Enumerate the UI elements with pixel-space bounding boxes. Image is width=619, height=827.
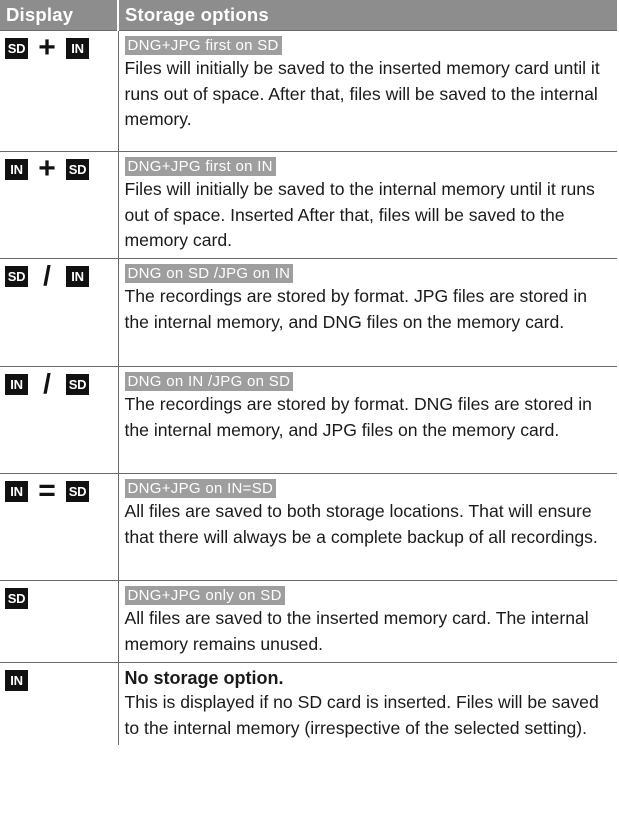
display-cell: IN + SD — [0, 151, 119, 259]
option-name: DNG+JPG first on SD — [124, 36, 282, 55]
icon-group: SD — [5, 586, 118, 610]
option-description: This is displayed if no SD card is inser… — [124, 692, 599, 738]
option-description: All files are saved to both storage loca… — [124, 501, 598, 547]
internal-memory-icon: IN — [5, 480, 28, 502]
icon-group: IN / SD — [5, 368, 118, 399]
sd-card-icon: SD — [5, 37, 28, 59]
internal-memory-icon: IN — [66, 265, 89, 287]
table-row: IN = SD DNG+JPG on IN=SD All files are s… — [0, 473, 617, 581]
table-row: IN / SD DNG on IN /JPG on SD The recordi… — [0, 366, 617, 474]
option-description: The recordings are stored by format. JPG… — [124, 286, 588, 332]
sd-card-icon: SD — [66, 373, 89, 395]
storage-option-cell: DNG+JPG first on IN Files will initially… — [118, 151, 617, 259]
option-name: No storage option. — [124, 668, 284, 688]
icon-group: IN — [5, 668, 118, 692]
table-row: SD DNG+JPG only on SD All files are save… — [0, 580, 617, 663]
table-header-row: Display Storage options — [0, 0, 617, 31]
header-display: Display — [0, 0, 119, 31]
internal-memory-icon: IN — [5, 669, 28, 691]
option-description: All files are saved to the inserted memo… — [124, 608, 589, 654]
storage-option-cell: DNG+JPG only on SD All files are saved t… — [118, 580, 617, 663]
plus-icon: + — [38, 152, 56, 185]
sd-card-icon: SD — [5, 587, 28, 609]
option-description: The recordings are stored by format. DNG… — [124, 394, 592, 440]
plus-icon: + — [38, 31, 56, 64]
sd-card-icon: SD — [5, 265, 28, 287]
storage-option-cell: DNG on SD /JPG on IN The recordings are … — [118, 258, 617, 367]
display-cell: SD — [0, 580, 119, 663]
option-name: DNG on IN /JPG on SD — [124, 372, 294, 391]
table-row: SD / IN DNG on SD /JPG on IN The recordi… — [0, 258, 617, 367]
option-description: Files will initially be saved to the int… — [124, 179, 595, 250]
icon-group: SD / IN — [5, 260, 118, 291]
option-name: DNG+JPG only on SD — [124, 586, 285, 605]
icon-group: SD + IN — [5, 31, 118, 64]
display-cell: SD / IN — [0, 258, 119, 367]
icon-group: IN + SD — [5, 152, 118, 185]
display-cell: IN = SD — [0, 473, 119, 581]
option-name: DNG+JPG first on IN — [124, 157, 276, 176]
storage-option-cell: No storage option. This is displayed if … — [118, 662, 617, 745]
option-name: DNG+JPG on IN=SD — [124, 479, 277, 498]
sd-card-icon: SD — [66, 158, 89, 180]
table-row: IN No storage option. This is displayed … — [0, 662, 617, 745]
equals-icon: = — [38, 474, 56, 507]
slash-icon: / — [43, 260, 51, 291]
table-row: SD + IN DNG+JPG first on SD Files will i… — [0, 30, 617, 152]
display-cell: IN / SD — [0, 366, 119, 474]
display-cell: IN — [0, 662, 119, 745]
option-description: Files will initially be saved to the ins… — [124, 58, 600, 129]
icon-group: IN = SD — [5, 474, 118, 507]
internal-memory-icon: IN — [5, 158, 28, 180]
slash-icon: / — [43, 368, 51, 399]
internal-memory-icon: IN — [5, 373, 28, 395]
display-cell: SD + IN — [0, 30, 119, 152]
internal-memory-icon: IN — [66, 37, 89, 59]
header-storage-options: Storage options — [118, 0, 617, 31]
storage-option-cell: DNG+JPG on IN=SD All files are saved to … — [118, 473, 617, 581]
table-row: IN + SD DNG+JPG first on IN Files will i… — [0, 151, 617, 259]
sd-card-icon: SD — [66, 480, 89, 502]
storage-options-table: Display Storage options SD + IN DNG+JPG … — [0, 0, 617, 745]
option-name: DNG on SD /JPG on IN — [124, 264, 294, 283]
storage-option-cell: DNG on IN /JPG on SD The recordings are … — [118, 366, 617, 474]
storage-option-cell: DNG+JPG first on SD Files will initially… — [118, 30, 617, 152]
